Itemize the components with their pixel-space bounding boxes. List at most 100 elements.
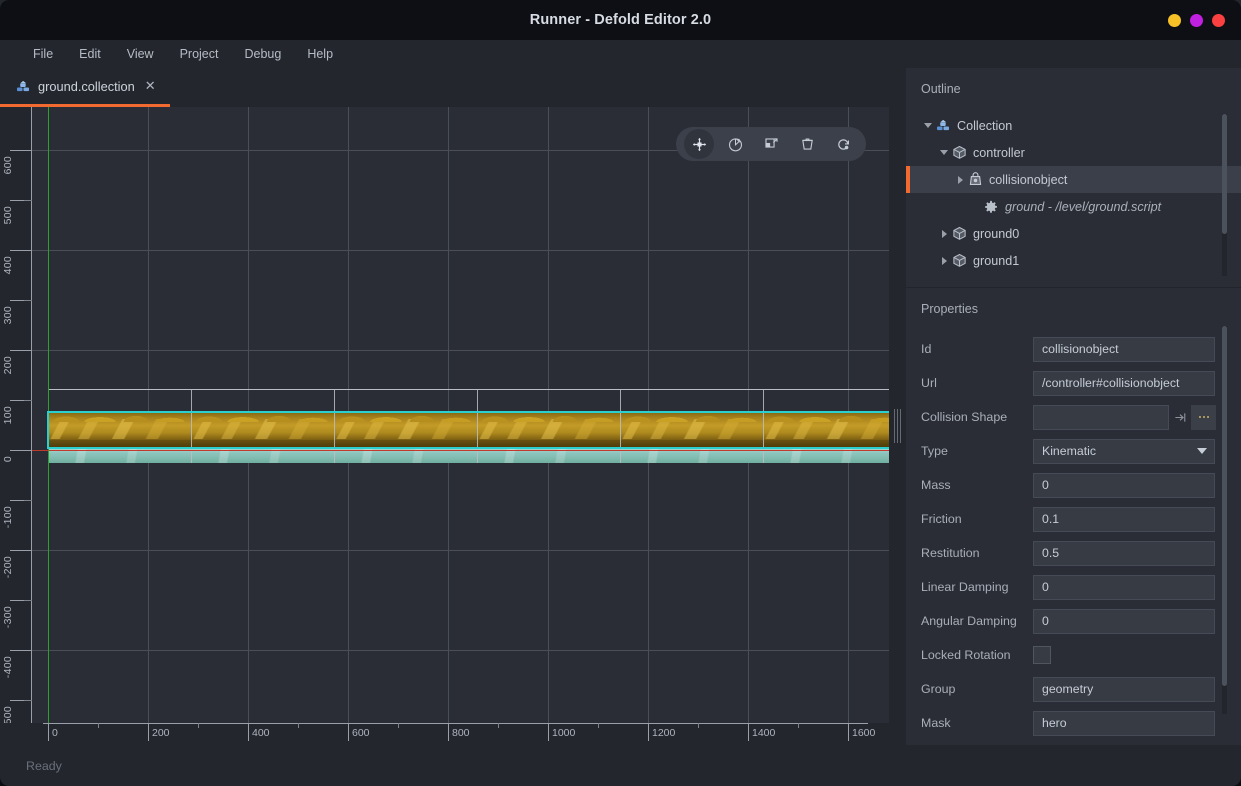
ruler-tick — [10, 650, 32, 651]
menu-view[interactable]: View — [116, 43, 165, 65]
panel-splitter[interactable] — [889, 107, 906, 745]
property-input-friction[interactable]: 0.1 — [1033, 507, 1215, 532]
ruler-label: 400 — [252, 727, 270, 739]
ruler-label: -400 — [2, 656, 14, 678]
window-controls — [1168, 0, 1225, 40]
script-icon — [983, 199, 999, 215]
minimize-button[interactable] — [1168, 14, 1181, 27]
move-tool-button[interactable] — [684, 129, 714, 159]
ruler-minor-tick — [24, 600, 32, 601]
ruler-tick — [348, 723, 349, 741]
properties-panel-title: Properties — [906, 288, 1241, 316]
ruler-label: 600 — [352, 727, 370, 739]
defold-editor-window: Runner - Defold Editor 2.0 File Edit Vie… — [0, 0, 1241, 786]
grid-line — [12, 550, 893, 551]
menu-debug[interactable]: Debug — [233, 43, 292, 65]
grid-line — [12, 350, 893, 351]
gameobject-icon — [951, 253, 967, 269]
scene-viewport[interactable] — [0, 107, 906, 745]
go-to-resource-icon[interactable] — [1169, 405, 1191, 430]
tab-ground-collection[interactable]: ground.collection ✕ — [0, 68, 170, 107]
outline-item-collisionobject[interactable]: collisionobject — [906, 166, 1241, 193]
ruler-minor-tick — [798, 723, 799, 728]
outline-item-ground[interactable]: ground - /level/ground.script — [906, 193, 1241, 220]
property-row: Idcollisionobject — [906, 332, 1241, 366]
grid-line — [12, 650, 893, 651]
editor-tab-bar: ground.collection ✕ — [0, 68, 906, 107]
ground-tile-sprite[interactable] — [191, 413, 334, 463]
scene-canvas[interactable] — [12, 107, 893, 730]
window-corner-bottom-right — [1223, 776, 1241, 786]
ruler-label: 200 — [2, 356, 14, 374]
outline-item-ground0[interactable]: ground0 — [906, 220, 1241, 247]
ruler-label: 1400 — [752, 727, 775, 739]
ground-tile-sprite[interactable] — [620, 413, 763, 463]
property-row: Url/controller#collisionobject — [906, 366, 1241, 400]
property-input-mass[interactable]: 0 — [1033, 473, 1215, 498]
property-input-group[interactable]: geometry — [1033, 677, 1215, 702]
outline-item-controller[interactable]: controller — [906, 139, 1241, 166]
outline-panel-title: Outline — [906, 68, 1241, 96]
ruler-minor-tick — [24, 700, 32, 701]
status-bar: Ready — [0, 745, 1241, 786]
scale-tool-button[interactable] — [756, 129, 786, 159]
chevron-down-icon[interactable] — [921, 119, 935, 133]
ruler-minor-tick — [24, 200, 32, 201]
window-corner-left — [0, 0, 18, 10]
properties-scrollbar-thumb[interactable] — [1222, 326, 1227, 686]
menu-edit[interactable]: Edit — [68, 43, 112, 65]
outline-item-ground1[interactable]: ground1 — [906, 247, 1241, 274]
outline-item-label: collisionobject — [989, 173, 1067, 187]
tile-boundary — [620, 389, 621, 463]
tile-boundary — [763, 389, 764, 463]
ruler-minor-tick — [24, 500, 32, 501]
property-input-mask[interactable]: hero — [1033, 711, 1215, 736]
viewport-tool-strip — [676, 127, 866, 161]
outline-item-label: ground0 — [973, 227, 1019, 241]
ruler-tick — [148, 723, 149, 741]
chevron-down-icon[interactable] — [937, 146, 951, 160]
ground-tile-sprite[interactable] — [48, 413, 191, 463]
chevron-down-icon[interactable] — [1189, 439, 1214, 464]
outline-scrollbar-thumb[interactable] — [1222, 114, 1227, 234]
property-row: Mass0 — [906, 468, 1241, 502]
locked-rotation-checkbox[interactable] — [1033, 646, 1051, 664]
maximize-button[interactable] — [1190, 14, 1203, 27]
ruler-label: 100 — [2, 406, 14, 424]
properties-panel: Properties IdcollisionobjectUrl/controll… — [906, 288, 1241, 745]
collision-shape-input[interactable] — [1033, 405, 1169, 430]
rotate-tool-button[interactable] — [720, 129, 750, 159]
property-input-id[interactable]: collisionobject — [1033, 337, 1215, 362]
ground-tile-sprite[interactable] — [763, 413, 893, 463]
chevron-right-icon[interactable] — [937, 254, 951, 268]
ruler-label: 600 — [2, 156, 14, 174]
ground-tile-sprite[interactable] — [334, 413, 477, 463]
ruler-label: 1200 — [652, 727, 675, 739]
chevron-right-icon[interactable] — [953, 173, 967, 187]
horizontal-ruler: 02004006008001000120014001600 — [0, 723, 906, 745]
menu-help[interactable]: Help — [296, 43, 344, 65]
outline-item-collection[interactable]: Collection — [906, 112, 1241, 139]
delete-tool-button[interactable] — [792, 129, 822, 159]
ruler-tick — [10, 150, 32, 151]
ground-tile-sprite[interactable] — [477, 413, 620, 463]
property-input-restitution[interactable]: 0.5 — [1033, 541, 1215, 566]
menu-project[interactable]: Project — [169, 43, 230, 65]
property-input-angular-damping[interactable]: 0 — [1033, 609, 1215, 634]
property-input-linear-damping[interactable]: 0 — [1033, 575, 1215, 600]
ruler-minor-tick — [698, 723, 699, 728]
chevron-right-icon[interactable] — [937, 227, 951, 241]
browse-resource-button[interactable] — [1191, 405, 1216, 430]
ruler-label: -200 — [2, 556, 14, 578]
close-icon[interactable]: ✕ — [145, 78, 156, 94]
outline-item-label: ground1 — [973, 254, 1019, 268]
close-button[interactable] — [1212, 14, 1225, 27]
menu-file[interactable]: File — [22, 43, 64, 65]
outline-tree[interactable]: Collectioncontroller collisionobject groun… — [906, 112, 1241, 282]
property-row: Groupgeometry — [906, 672, 1241, 706]
property-input-url[interactable]: /controller#collisionobject — [1033, 371, 1215, 396]
reset-view-tool-button[interactable] — [828, 129, 858, 159]
outline-panel: Outline Collectioncontroller collisionobj… — [906, 68, 1241, 288]
ruler-minor-tick — [398, 723, 399, 728]
type-select[interactable]: Kinematic — [1033, 439, 1215, 464]
